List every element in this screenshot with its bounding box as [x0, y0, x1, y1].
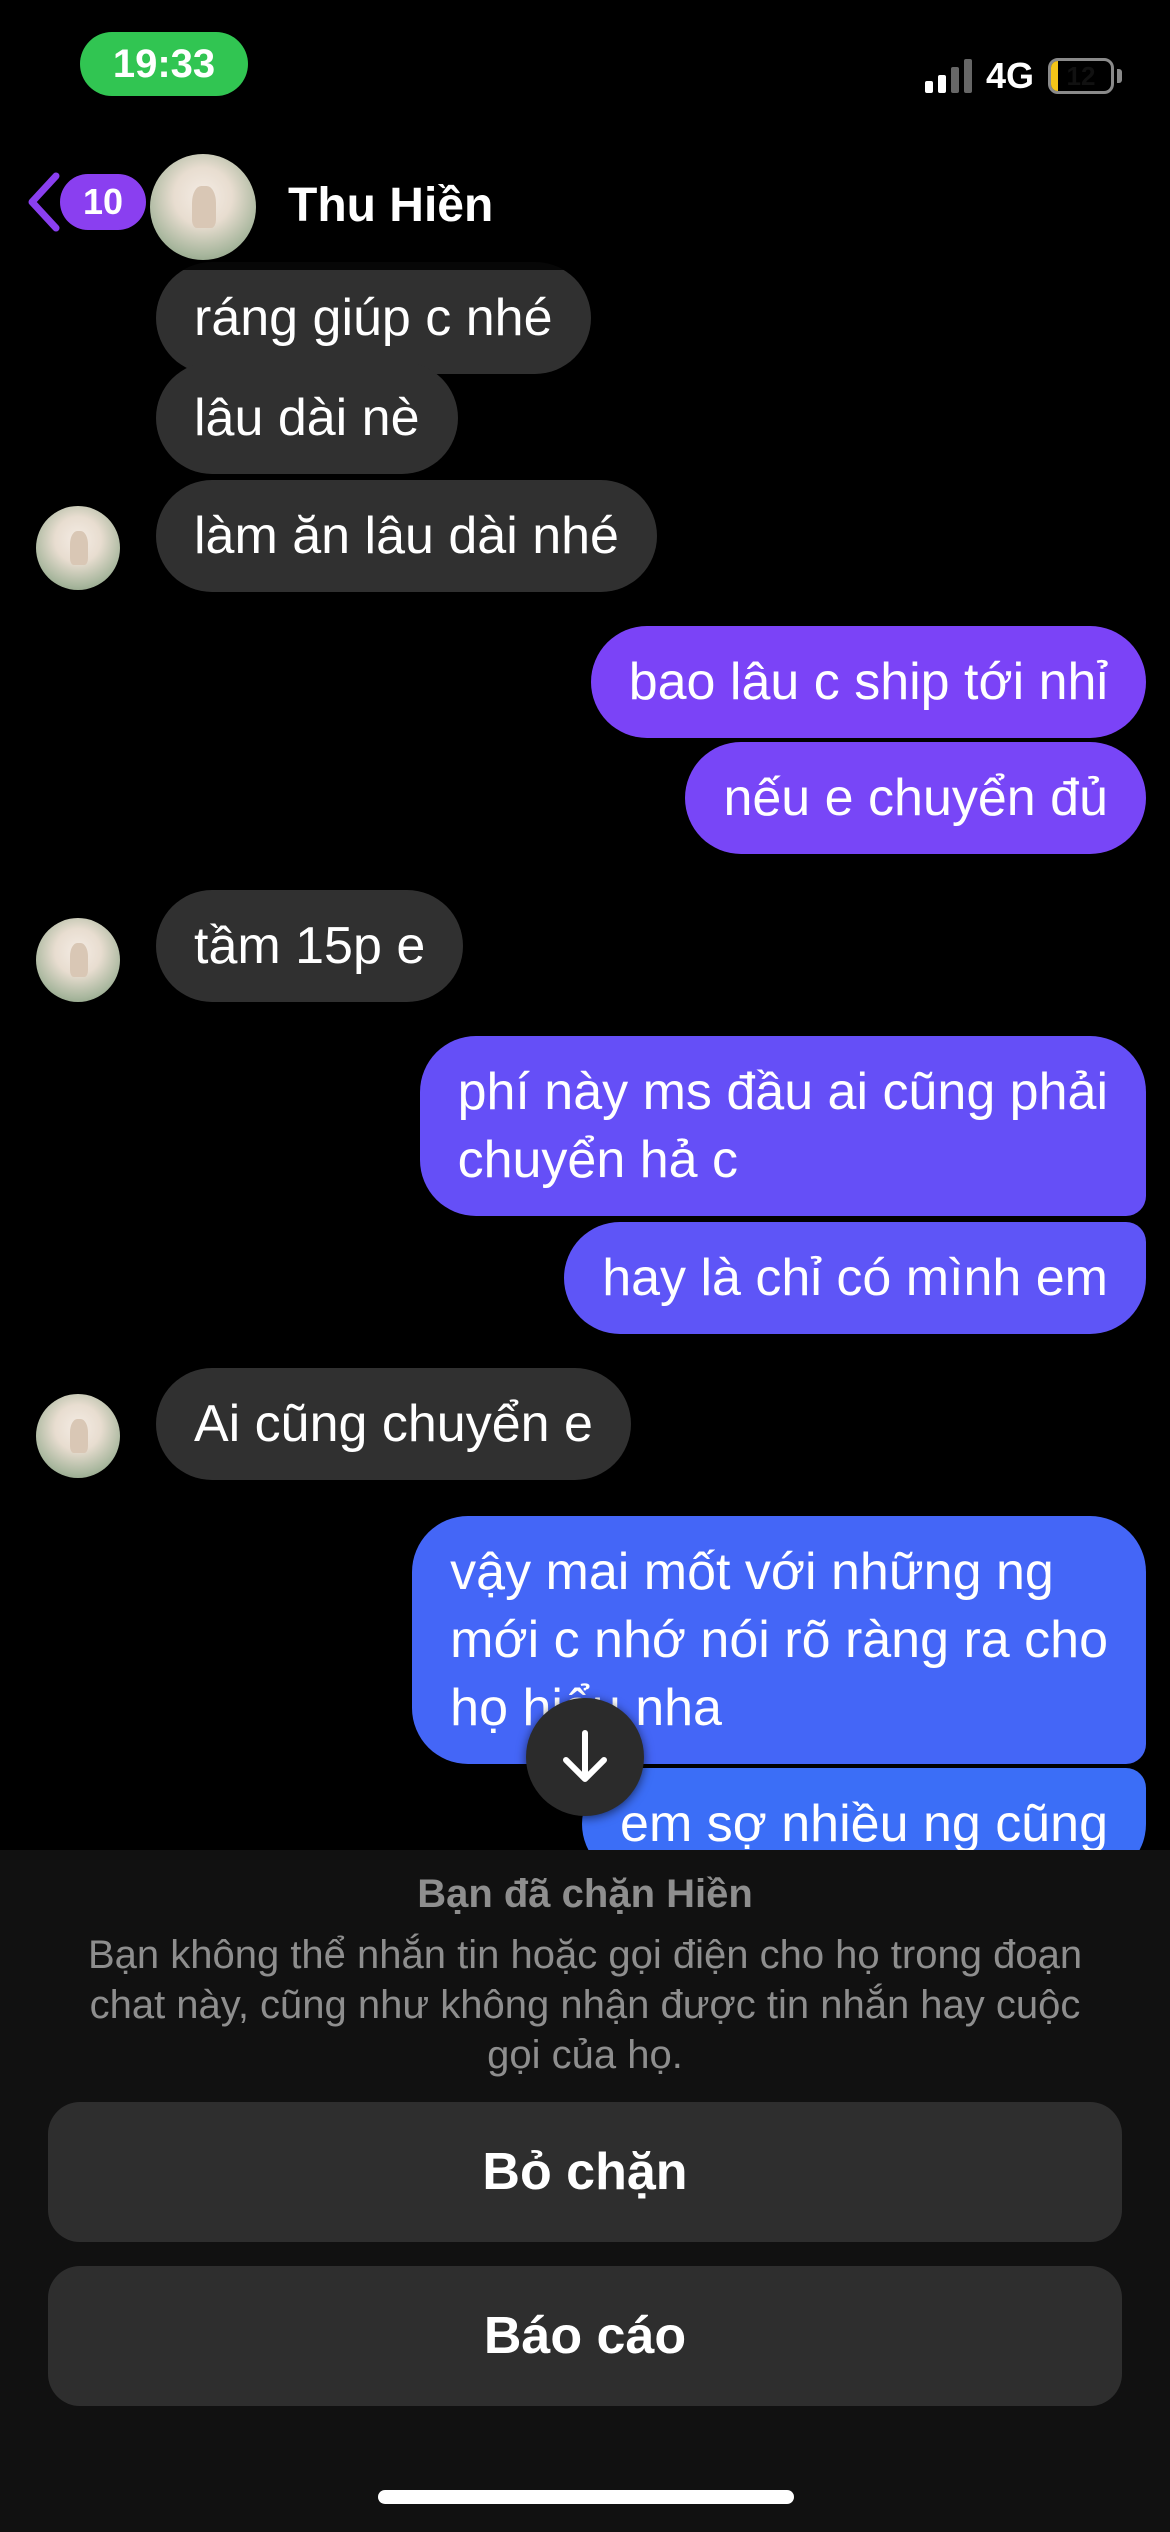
blocked-panel: Bạn đã chặn Hiền Bạn không thể nhắn tin …	[0, 1850, 1170, 2532]
message-bubble-outgoing[interactable]: nếu e chuyển đủ	[685, 742, 1146, 854]
arrow-down-icon	[563, 1730, 607, 1782]
message-bubble-incoming[interactable]: lâu dài nè	[156, 362, 458, 474]
message-bubble-outgoing[interactable]: vậy mai mốt với những ng mới c nhớ nói r…	[412, 1516, 1146, 1764]
unread-count-badge: 10	[60, 174, 146, 230]
message-bubble-incoming[interactable]: tầm 15p e	[156, 890, 464, 1002]
signal-icon	[924, 59, 972, 93]
chevron-left-icon	[28, 172, 60, 232]
scroll-to-bottom-button[interactable]	[526, 1698, 644, 1816]
sender-avatar[interactable]	[36, 918, 120, 1002]
message-bubble-incoming[interactable]: ráng giúp c nhé	[156, 262, 591, 374]
home-indicator[interactable]	[378, 2490, 794, 2504]
message-bubble-outgoing[interactable]: hay là chỉ có mình em	[564, 1222, 1146, 1334]
unblock-button[interactable]: Bỏ chặn	[48, 2102, 1122, 2242]
message-bubble-outgoing[interactable]: bao lâu c ship tới nhỉ	[590, 626, 1146, 738]
sender-avatar[interactable]	[36, 1394, 120, 1478]
network-type: 4G	[985, 55, 1034, 96]
status-indicators: 4G 12	[924, 48, 1122, 104]
message-bubble-outgoing[interactable]: phí này ms đầu ai cũng phải chuyển hả c	[419, 1036, 1146, 1216]
blocked-title: Bạn đã chặn Hiền	[417, 1872, 753, 1916]
status-time: 19:33	[80, 32, 248, 96]
report-button[interactable]: Báo cáo	[48, 2266, 1122, 2406]
contact-name[interactable]: Thu Hiền	[288, 178, 493, 233]
battery-percent: 12	[1066, 60, 1096, 91]
sender-avatar[interactable]	[36, 506, 120, 590]
contact-avatar[interactable]	[150, 154, 256, 260]
battery-icon: 12	[1048, 58, 1122, 94]
chat-header: 10 Thu Hiền	[0, 140, 1170, 270]
message-bubble-incoming[interactable]: Ai cũng chuyển e	[156, 1368, 631, 1480]
message-bubble-incoming[interactable]: làm ăn lâu dài nhé	[156, 480, 657, 592]
blocked-description: Bạn không thể nhắn tin hoặc gọi điện cho…	[87, 1933, 1083, 2077]
back-button[interactable]: 10	[24, 170, 146, 234]
